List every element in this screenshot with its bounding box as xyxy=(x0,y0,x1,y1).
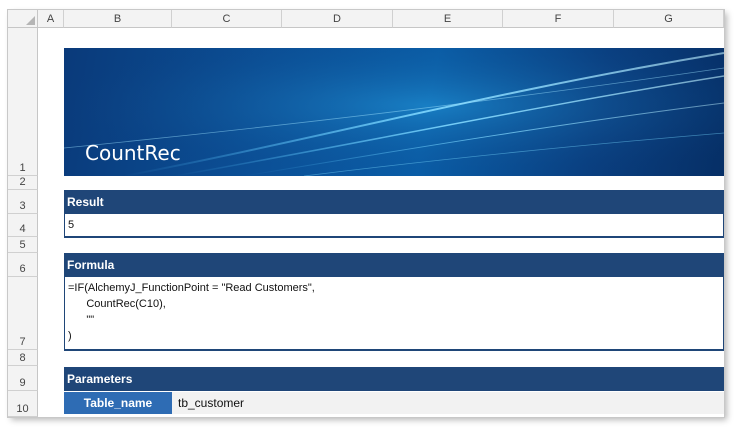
column-header-g[interactable]: G xyxy=(614,10,724,28)
column-header-b[interactable]: B xyxy=(64,10,172,28)
formula-line: ) xyxy=(68,330,72,342)
row-header-4[interactable]: 4 xyxy=(8,214,38,237)
formula-line: =IF(AlchemyJ_FunctionPoint = "Read Custo… xyxy=(68,282,315,294)
parameter-value-table-name[interactable]: tb_customer xyxy=(172,392,724,414)
formula-box-underline xyxy=(64,349,724,351)
row-header-8[interactable]: 8 xyxy=(8,350,38,366)
formula-header: Formula xyxy=(64,253,724,277)
row-header-6[interactable]: 6 xyxy=(8,253,38,277)
formula-line: CountRec(C10), xyxy=(68,298,166,310)
column-header-f[interactable]: F xyxy=(503,10,614,28)
banner-title: CountRec xyxy=(85,141,181,165)
formula-box[interactable]: =IF(AlchemyJ_FunctionPoint = "Read Custo… xyxy=(64,277,724,351)
title-banner: CountRec xyxy=(64,48,724,176)
row-header-10[interactable]: 10 xyxy=(8,391,38,417)
column-header-e[interactable]: E xyxy=(393,10,503,28)
column-header-a[interactable]: A xyxy=(38,10,64,28)
result-box[interactable]: 5 xyxy=(64,214,724,238)
row-header-9[interactable]: 9 xyxy=(8,366,38,391)
select-all-corner[interactable] xyxy=(8,10,38,28)
parameters-header: Parameters xyxy=(64,367,724,391)
row-header-7[interactable]: 7 xyxy=(8,277,38,350)
result-header: Result xyxy=(64,190,724,214)
worksheet-grid[interactable]: A B C D E F G 1 2 3 4 5 6 7 8 9 10 Count… xyxy=(8,10,724,417)
result-value: 5 xyxy=(68,219,75,231)
row-header-1[interactable]: 1 xyxy=(8,28,38,176)
column-header-c[interactable]: C xyxy=(172,10,282,28)
parameter-label-table-name[interactable]: Table_name xyxy=(64,392,172,414)
row-header-2[interactable]: 2 xyxy=(8,176,38,190)
formula-line: "" xyxy=(68,314,95,326)
result-box-underline xyxy=(64,236,724,238)
spreadsheet-window: A B C D E F G 1 2 3 4 5 6 7 8 9 10 Count… xyxy=(8,10,724,417)
column-header-d[interactable]: D xyxy=(282,10,393,28)
row-header-5[interactable]: 5 xyxy=(8,237,38,253)
row-header-3[interactable]: 3 xyxy=(8,190,38,214)
